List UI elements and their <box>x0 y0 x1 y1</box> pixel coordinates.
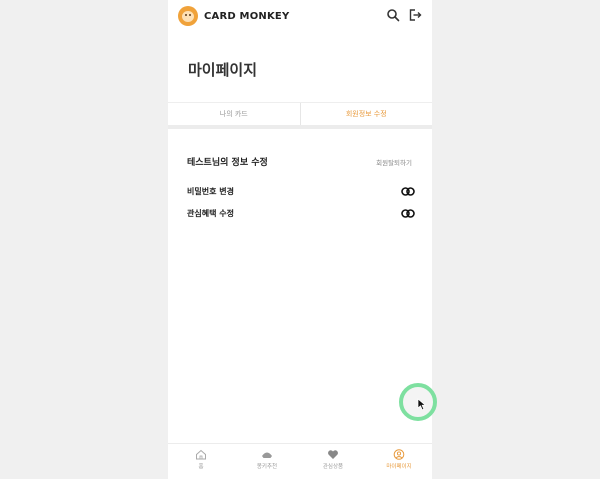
home-icon <box>196 449 206 460</box>
tab-edit-profile[interactable]: 회원정보 수정 <box>299 103 433 125</box>
edit-interests-row[interactable]: 관심혜택 수정 <box>187 206 415 220</box>
nav-favorites[interactable]: 관심상품 <box>300 444 366 479</box>
user-icon <box>393 449 405 460</box>
toggle-link-icon[interactable] <box>401 186 415 196</box>
section-title: 테스트님의 정보 수정 <box>187 158 268 168</box>
nav-home-label: 홈 <box>198 464 204 470</box>
app-header: CARD MONKEY <box>168 0 432 32</box>
edit-interests-label: 관심혜택 수정 <box>187 208 234 218</box>
nav-home[interactable]: 홈 <box>168 444 234 479</box>
mouse-cursor-icon <box>417 398 427 411</box>
nav-monkey-recommend-label: 몽키추천 <box>256 464 278 470</box>
change-password-row[interactable]: 비밀번호 변경 <box>187 184 415 198</box>
change-password-label: 비밀번호 변경 <box>187 186 234 196</box>
nav-mypage-label: 마이페이지 <box>386 464 412 470</box>
app-screen: CARD MONKEY 마이페이지 나의 카드 회원정보 수정 테스트님의 정보… <box>168 0 432 479</box>
toggle-link-icon[interactable] <box>401 208 415 218</box>
nav-monkey-recommend[interactable]: 몽키추천 <box>234 444 300 479</box>
page-title: 마이페이지 <box>188 61 258 79</box>
monkey-logo-icon <box>178 6 198 26</box>
logout-icon[interactable] <box>408 8 422 22</box>
nav-favorites-label: 관심상품 <box>322 464 344 470</box>
search-icon[interactable] <box>386 8 400 22</box>
withdraw-link[interactable]: 회원탈퇴하기 <box>376 157 412 167</box>
tab-my-cards[interactable]: 나의 카드 <box>168 103 300 125</box>
brand-name: CARD MONKEY <box>204 10 290 22</box>
nav-mypage[interactable]: 마이페이지 <box>366 444 432 479</box>
mypage-tabs: 나의 카드 회원정보 수정 <box>168 102 432 125</box>
brand-logo[interactable]: CARD MONKEY <box>178 6 289 26</box>
bottom-navigation: 홈 몽키추천 관심상품 마이페이지 <box>168 443 432 479</box>
monkey-icon <box>262 452 272 458</box>
heart-icon <box>328 450 338 459</box>
section-divider <box>168 125 432 129</box>
